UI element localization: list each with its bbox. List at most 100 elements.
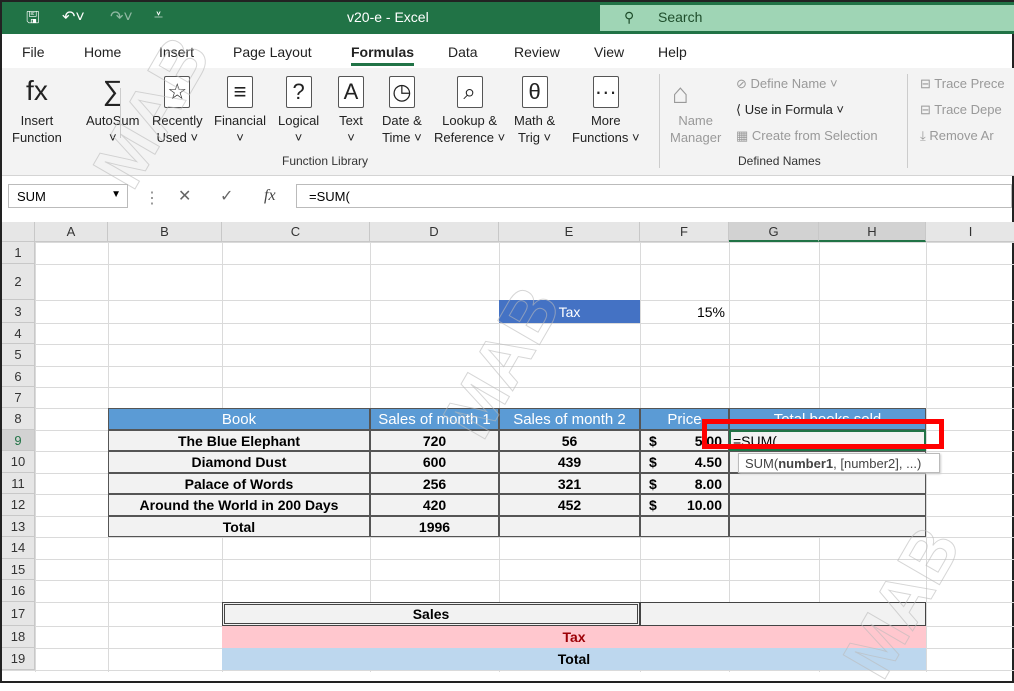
- book-cell[interactable]: The Blue Elephant: [108, 430, 370, 451]
- row-header-18[interactable]: 18: [2, 626, 35, 648]
- search-box[interactable]: ⚲ Search: [600, 5, 1014, 31]
- function-button-0[interactable]: fx Insert Function: [12, 76, 62, 146]
- price-cell[interactable]: $10.00: [640, 494, 729, 516]
- trace-dependents-button[interactable]: ⊟ Trace Depe: [920, 102, 1002, 118]
- row-header-16[interactable]: 16: [2, 580, 35, 602]
- column-header-D[interactable]: D: [370, 222, 499, 242]
- sales-month2-cell[interactable]: 439: [499, 451, 640, 473]
- total-month1-cell[interactable]: 1996: [370, 516, 499, 537]
- tab-formulas[interactable]: Formulas: [351, 44, 415, 66]
- gridline: [35, 222, 36, 672]
- row-header-14[interactable]: 14: [2, 537, 35, 559]
- name-manager-button[interactable]: Name Manager: [670, 112, 721, 146]
- customize-qat-icon[interactable]: ⩡: [154, 7, 163, 25]
- row-header-17[interactable]: 17: [2, 602, 35, 626]
- undo-icon[interactable]: ↶˅: [62, 7, 85, 27]
- row-header-12[interactable]: 12: [2, 494, 35, 516]
- row-header-6[interactable]: 6: [2, 366, 35, 387]
- chevron-down-icon[interactable]: ▼: [111, 189, 121, 200]
- row-header-10[interactable]: 10: [2, 451, 35, 473]
- book-cell[interactable]: Palace of Words: [108, 473, 370, 494]
- name-box[interactable]: SUM ▼: [8, 184, 128, 208]
- column-header-F[interactable]: F: [640, 222, 729, 242]
- empty-cell[interactable]: [640, 516, 729, 537]
- sales-month1-cell[interactable]: 420: [370, 494, 499, 516]
- total-row-cell[interactable]: Total: [222, 648, 926, 670]
- column-header-A[interactable]: A: [35, 222, 108, 242]
- function-library-label: Function Library: [282, 154, 369, 168]
- tab-review[interactable]: Review: [514, 44, 560, 66]
- tab-home[interactable]: Home: [84, 44, 121, 66]
- total-books-cell[interactable]: [729, 494, 926, 516]
- save-icon[interactable]: 🖫: [26, 7, 40, 34]
- function-button-6[interactable]: ◷ Date & Time ˅: [382, 76, 422, 146]
- row-header-2[interactable]: 2: [2, 264, 35, 300]
- enter-icon[interactable]: ✓: [220, 186, 233, 206]
- row-header-3[interactable]: 3: [2, 300, 35, 323]
- function-button-3[interactable]: ≡ Financial ˅: [214, 76, 266, 146]
- use-in-formula-button[interactable]: ⟨ Use in Formula ˅: [736, 102, 844, 118]
- tax-value-cell[interactable]: 15%: [640, 300, 729, 323]
- function-button-5[interactable]: A Text ˅: [338, 76, 364, 146]
- button-label: Financial: [214, 113, 267, 128]
- cancel-icon[interactable]: ✕: [178, 186, 191, 206]
- button-label: Lookup &: [442, 113, 498, 128]
- row-header-13[interactable]: 13: [2, 516, 35, 537]
- row-header-4[interactable]: 4: [2, 323, 35, 344]
- function-category-icon: ◷: [388, 76, 415, 108]
- redo-icon[interactable]: ↷˅: [110, 7, 133, 27]
- function-button-4[interactable]: ? Logical ˅: [278, 76, 319, 146]
- search-icon: ⚲: [624, 9, 635, 25]
- row-header-19[interactable]: 19: [2, 648, 35, 670]
- tab-data[interactable]: Data: [448, 44, 478, 66]
- row-header-9[interactable]: 9: [2, 430, 35, 451]
- row-header-15[interactable]: 15: [2, 559, 35, 580]
- total-books-cell[interactable]: [729, 473, 926, 494]
- row-header-8[interactable]: 8: [2, 408, 35, 430]
- table-header-cell[interactable]: Sales of month 2: [499, 408, 640, 430]
- column-header-I[interactable]: I: [926, 222, 1014, 242]
- sales-month2-cell[interactable]: 56: [499, 430, 640, 451]
- define-name-button[interactable]: ⊘ Define Name ˅: [736, 76, 838, 92]
- book-cell[interactable]: Around the World in 200 Days: [108, 494, 370, 516]
- sales-month1-cell[interactable]: 256: [370, 473, 499, 494]
- price-cell[interactable]: $8.00: [640, 473, 729, 494]
- column-header-B[interactable]: B: [108, 222, 222, 242]
- tab-file[interactable]: File: [22, 44, 45, 66]
- function-button-8[interactable]: θ Math & Trig ˅: [514, 76, 555, 146]
- row-header-11[interactable]: 11: [2, 473, 35, 494]
- table-header-cell[interactable]: Book: [108, 408, 370, 430]
- total-label-cell[interactable]: Total: [108, 516, 370, 537]
- book-cell[interactable]: Diamond Dust: [108, 451, 370, 473]
- function-button-9[interactable]: ··· More Functions ˅: [572, 76, 640, 146]
- formula-input[interactable]: =SUM(: [296, 184, 1012, 208]
- trace-precedents-button[interactable]: ⊟ Trace Prece: [920, 76, 1005, 92]
- price-cell[interactable]: $4.50: [640, 451, 729, 473]
- sales-month2-cell[interactable]: 321: [499, 473, 640, 494]
- gridline: [2, 264, 1014, 265]
- sales-month1-cell[interactable]: 600: [370, 451, 499, 473]
- remove-arrows-button[interactable]: ⤓ Remove Ar: [920, 128, 994, 144]
- column-header-C[interactable]: C: [222, 222, 370, 242]
- sales-month2-cell[interactable]: 452: [499, 494, 640, 516]
- empty-cell[interactable]: [499, 516, 640, 537]
- column-header-G[interactable]: G: [729, 222, 819, 242]
- tax-row-cell[interactable]: Tax: [222, 626, 926, 648]
- sales-cell[interactable]: Sales: [222, 602, 640, 626]
- tab-help[interactable]: Help: [658, 44, 687, 66]
- function-category-icon: fx: [26, 75, 48, 106]
- column-header-H[interactable]: H: [819, 222, 926, 242]
- row-header-1[interactable]: 1: [2, 242, 35, 264]
- insert-function-icon[interactable]: fx: [264, 187, 276, 205]
- tab-page-layout[interactable]: Page Layout: [233, 44, 312, 66]
- tab-view[interactable]: View: [594, 44, 624, 66]
- function-button-7[interactable]: ⌕ Lookup & Reference ˅: [434, 76, 505, 146]
- gridline: [2, 537, 1014, 538]
- create-from-selection-button[interactable]: ▦ Create from Selection: [736, 128, 878, 144]
- button-label: Logical: [278, 113, 320, 128]
- name-box-value: SUM: [17, 189, 46, 204]
- column-header-E[interactable]: E: [499, 222, 640, 242]
- select-all-corner[interactable]: [2, 222, 35, 242]
- row-header-5[interactable]: 5: [2, 344, 35, 366]
- row-header-7[interactable]: 7: [2, 387, 35, 408]
